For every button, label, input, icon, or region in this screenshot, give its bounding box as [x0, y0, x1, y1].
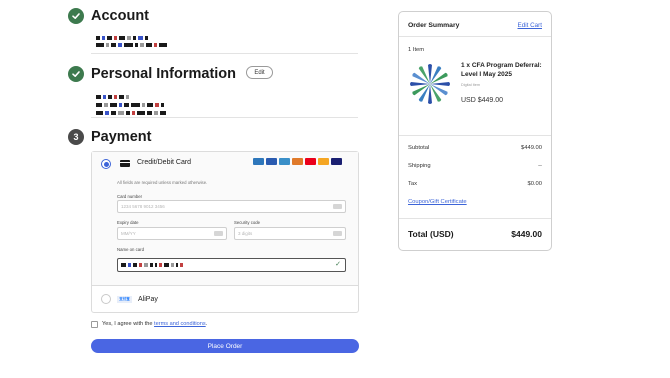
total-label: Total (USD) — [408, 229, 454, 239]
redacted-account-info — [96, 27, 150, 40]
credit-card-icon — [120, 160, 130, 167]
tax-label: Tax — [408, 181, 418, 187]
visa-icon — [331, 158, 342, 165]
terms-prefix: Yes, I agree with the — [102, 321, 155, 327]
card-icon — [333, 204, 342, 209]
coupon-link[interactable]: Coupon/Gift Certificate — [408, 199, 467, 205]
required-note: All fields are required unless marked ot… — [117, 180, 208, 185]
shipping-label: Shipping — [408, 163, 431, 169]
product-name: 1 x CFA Program Deferral: Level I May 20… — [461, 62, 542, 78]
step-title-account: Account — [91, 8, 149, 24]
product-price: USD $449.00 — [461, 97, 504, 104]
expiry-input[interactable]: MM/YY — [117, 227, 227, 240]
payment-methods: Credit/Debit Card All fields are require… — [91, 151, 359, 313]
alipay-radio[interactable] — [101, 294, 111, 304]
security-code-input[interactable]: 3 digits — [234, 227, 346, 240]
card-number-input[interactable]: 1234 5678 9012 3456 — [117, 200, 346, 213]
name-on-card-input[interactable]: ✓ — [117, 258, 346, 272]
name-on-card-label: Name on card — [117, 247, 144, 252]
cvc-icon — [333, 231, 342, 236]
mastercard-icon — [305, 158, 316, 165]
redacted-personal-info — [96, 94, 166, 107]
valid-check-icon: ✓ — [335, 261, 341, 268]
discover-icon — [292, 158, 303, 165]
expiry-placeholder: MM/YY — [121, 231, 136, 236]
subtotal-value: $449.00 — [521, 145, 542, 151]
edit-cart-link[interactable]: Edit Cart — [518, 22, 543, 29]
alipay-logo: 支付宝 — [117, 296, 132, 303]
order-summary-title: Order Summary — [408, 22, 460, 29]
security-code-label: Security code — [234, 220, 261, 225]
step-title-personal-information: Personal Information — [91, 66, 237, 82]
redacted-personal-info — [96, 86, 131, 99]
calendar-icon — [214, 231, 223, 236]
subtotal-label: Subtotal — [408, 145, 430, 151]
step-number-badge: 3 — [68, 129, 84, 145]
product-type: Digital Item — [461, 83, 480, 87]
redacted-personal-info — [96, 102, 168, 115]
security-code-placeholder: 3 digits — [238, 231, 253, 236]
amex-icon — [266, 158, 277, 165]
cfa-logo-icon — [410, 64, 450, 104]
credit-card-option: Credit/Debit Card All fields are require… — [92, 152, 358, 286]
divider — [91, 117, 358, 118]
item-count: 1 Item — [408, 47, 425, 53]
divider — [399, 135, 551, 136]
terms-checkbox[interactable] — [91, 321, 98, 328]
step-account: Account — [68, 8, 149, 24]
divider — [399, 36, 551, 37]
step-title-payment: Payment — [91, 129, 152, 145]
tax-value: $0.00 — [527, 181, 542, 187]
redacted-account-info — [96, 34, 169, 47]
terms-link[interactable]: terms and conditions — [154, 321, 206, 327]
step-payment: 3 Payment — [68, 129, 151, 145]
total-value: $449.00 — [511, 229, 542, 239]
maestro-icon — [318, 158, 329, 165]
checkmark-icon — [68, 66, 84, 82]
credit-card-radio[interactable] — [101, 159, 111, 169]
card-number-label: Card number — [117, 194, 143, 199]
step-personal-information: Personal Information — [68, 66, 236, 82]
amex-icon — [253, 158, 264, 165]
diners-icon — [279, 158, 290, 165]
edit-personal-button[interactable]: Edit — [246, 66, 273, 79]
divider — [91, 53, 358, 54]
checkmark-icon — [68, 8, 84, 24]
alipay-label: AliPay — [138, 296, 158, 303]
place-order-button[interactable]: Place Order — [91, 339, 359, 353]
expiry-label: Expiry date — [117, 220, 139, 225]
order-summary: Order Summary Edit Cart 1 Item 1 x CFA P… — [398, 11, 552, 251]
terms-text: Yes, I agree with the terms and conditio… — [102, 321, 207, 327]
terms-suffix: . — [205, 321, 208, 327]
card-brands — [253, 158, 342, 165]
shipping-value: -- — [538, 163, 542, 169]
redacted-name — [121, 263, 185, 268]
card-number-placeholder: 1234 5678 9012 3456 — [121, 204, 165, 209]
divider — [399, 218, 551, 219]
credit-card-label: Credit/Debit Card — [137, 159, 192, 166]
